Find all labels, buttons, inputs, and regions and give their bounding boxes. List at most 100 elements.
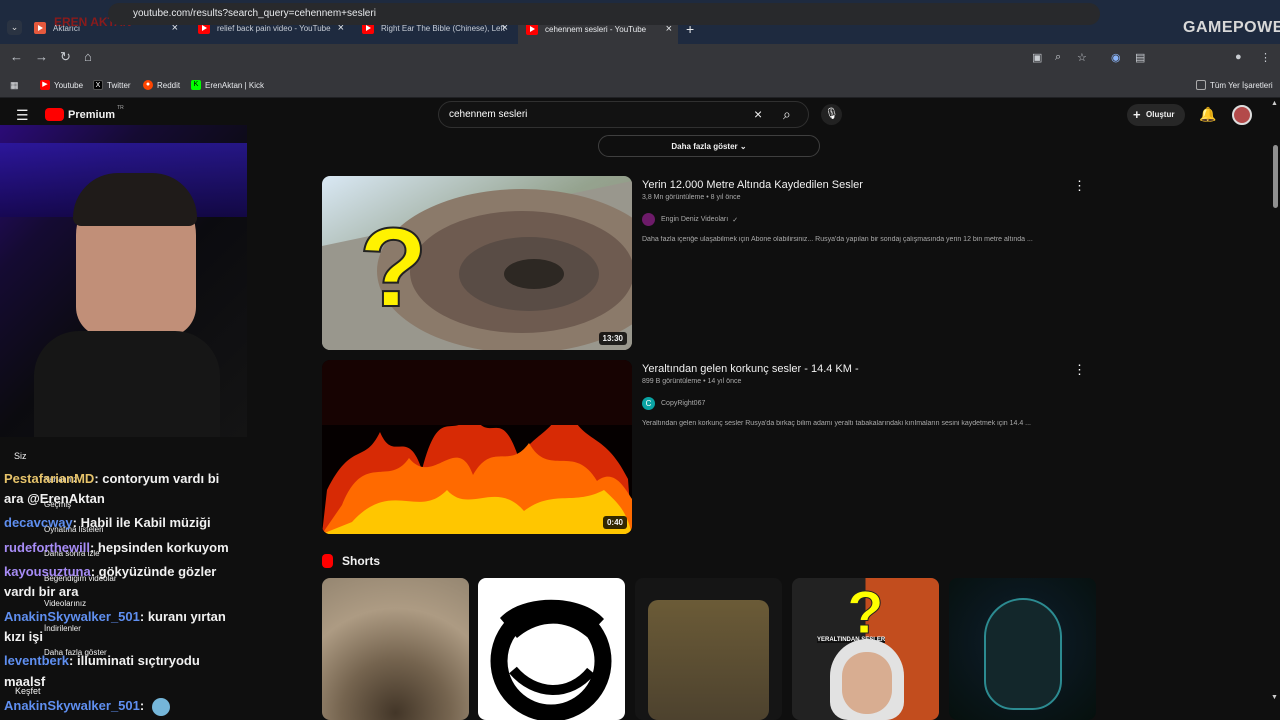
chat-line-1: PestafarianMD: contoryum vardı bi [4,471,220,486]
chat-line-7: AnakinSkywalker_501: kuranı yırtan [4,609,226,624]
video-duration: 0:40 [602,516,627,529]
x-icon: X [93,80,103,90]
kick-icon: K [191,80,201,90]
video-thumbnail[interactable]: 0:40 [322,360,632,534]
create-button[interactable]: + Oluştur [1127,104,1185,126]
tab-label: Aktarıcı [53,23,81,33]
chevron-down-icon: ⌄ [739,142,747,151]
clear-search-icon[interactable]: × [754,106,762,122]
skull-image [984,598,1062,710]
address-bar[interactable]: youtube.com/results?search_query=cehenne… [108,3,1100,25]
bookmark-star-icon[interactable]: ☆ [1077,51,1087,64]
back-icon[interactable]: ← [10,49,23,64]
gamepower-watermark: GAMEPOWER [1183,19,1280,36]
shorts-header: Shorts [322,554,380,568]
channel-link[interactable]: C CopyRight067 [642,397,705,410]
bookmark-reddit[interactable]: ● Reddit [143,80,180,90]
home-icon[interactable]: ⌂ [84,49,92,64]
video-meta: 899 B görüntüleme • 14 yıl önce [642,378,742,385]
video-title[interactable]: Yerin 12.000 Metre Altında Kaydedilen Se… [642,179,863,191]
hamburger-menu-icon[interactable]: ☰ [16,107,29,124]
webcam-overlay [0,125,247,437]
reddit-icon: ● [143,80,153,90]
video-thumbnail[interactable]: ? 13:30 [322,176,632,350]
microphone-icon: 🎙 [824,108,839,120]
youtube-icon: ▶ [40,80,50,90]
channel-avatar: C [642,397,655,410]
address-url: youtube.com/results?search_query=cehenne… [133,8,376,19]
woman-face [830,639,904,720]
scrollbar-thumb[interactable] [1273,145,1278,208]
chat-line-11: AnakinSkywalker_501: [4,697,171,716]
person-hair [73,173,197,226]
shorts-section: Shorts ? YERALTINDAN SESLER [322,554,1096,720]
scroll-up-icon[interactable]: ▲ [1271,100,1278,107]
scroll-down-icon[interactable]: ▼ [1271,694,1278,701]
install-icon[interactable]: ▣ [1032,51,1042,64]
plus-icon: + [1133,107,1141,122]
sidebar-section-title: Siz [14,451,27,461]
tab-search-dropdown[interactable]: ⌄ [7,20,22,35]
video-title[interactable]: Yeraltından gelen korkunç sesler - 14.4 … [642,363,859,375]
more-results-label: Daha fazla göster [671,142,738,151]
chat-line-10: maalsf [4,674,46,689]
premium-label: Premium [68,108,116,121]
all-bookmarks[interactable]: Tüm Yer İşaretleri [1196,80,1273,90]
puzzle-icon[interactable]: ▤ [1135,51,1145,64]
channel-name: CopyRight067 [661,400,706,407]
video-result-1[interactable]: ? 13:30 Yerin 12.000 Metre Altında Kayde… [322,176,1096,351]
more-options-icon[interactable]: ⋮ [1073,178,1086,194]
forward-icon[interactable]: → [35,49,48,64]
short-item[interactable] [322,578,469,720]
short-item[interactable] [478,578,625,720]
search-icon[interactable]: ⌕ [783,106,791,123]
search-value: cehennem sesleri [449,109,528,120]
extension-icon[interactable]: ◉ [1111,51,1121,64]
sidebar-item-indirilenler[interactable]: İndirilenler [44,624,81,633]
short-item[interactable] [635,578,782,720]
more-options-icon[interactable]: ⋮ [1073,362,1086,378]
bookmark-kick[interactable]: K ErenAktan | Kick [191,80,264,90]
apps-icon[interactable]: ▦ [10,80,19,91]
voice-search-button[interactable]: 🎙 [821,104,842,125]
short-item[interactable] [949,578,1096,720]
more-results-button[interactable]: Daha fazla göster ⌄ [598,135,820,157]
profile-icon[interactable]: ● [1235,51,1242,63]
zoom-icon[interactable]: ⌕ [1055,51,1061,64]
chat-line-3: decavcway: Habil ile Kabil müziği [4,515,211,530]
svg-text:?: ? [359,205,427,330]
bookmark-twitter[interactable]: X Twitter [93,80,131,90]
person-shirt [34,331,220,437]
channel-avatar [642,213,655,226]
tab-label: cehennem sesleri - YouTube [545,24,647,34]
bookmark-youtube[interactable]: ▶ Youtube [40,80,83,90]
shorts-title: Shorts [342,554,381,568]
menu-dots-icon[interactable]: ⋮ [1260,51,1271,64]
verified-icon: ✓ [732,216,739,224]
address-toolbar [0,44,1280,72]
video-description: Yeraltından gelen korkunç sesler Rusya'd… [642,420,1031,427]
folder-icon [1196,80,1206,90]
chat-line-2: ara @ErenAktan [4,491,105,506]
chat-line-4: rudeforthewill: hepsinden korkuyom [4,540,229,555]
reload-icon[interactable]: ↻ [60,49,71,65]
short-item[interactable]: ? YERALTINDAN SESLER [792,578,939,720]
create-label: Oluştur [1146,110,1175,119]
notifications-icon[interactable]: 🔔 [1199,106,1216,123]
chat-line-9: leventberk: illuminati sıçtıryodu [4,653,200,668]
country-code: TR [117,104,124,111]
shorts-icon [322,554,333,568]
video-meta: 3,8 Mn görüntüleme • 8 yıl önce [642,194,741,201]
chat-line-6: vardı bir ara [4,584,79,599]
chat-line-5: kayousuztuna: gökyüzünde gözler [4,564,217,579]
youtube-play-icon [45,108,64,121]
video-result-2[interactable]: 0:40 Yeraltından gelen korkunç sesler - … [322,360,1096,535]
sidebar-item-videolariniz[interactable]: Videolarınız [44,599,86,608]
video-duration: 13:30 [598,332,627,345]
youtube-logo[interactable]: Premium TR [45,104,124,121]
channel-name: Engin Deniz Videoları [661,216,729,223]
video-description: Daha fazla içeriğe ulaşabilmek için Abon… [642,236,1033,243]
emote-icon [152,697,171,716]
channel-link[interactable]: Engin Deniz Videoları ✓ [642,213,738,226]
account-avatar[interactable] [1232,105,1252,125]
